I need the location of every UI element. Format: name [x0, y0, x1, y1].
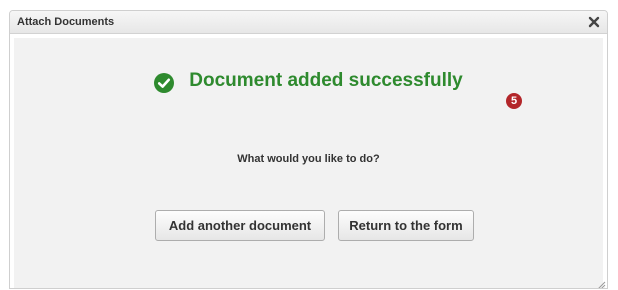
dialog-title: Attach Documents: [17, 16, 115, 28]
success-message: Document added successfully: [189, 70, 463, 91]
prompt-question: What would you like to do?: [237, 153, 380, 165]
resize-grip-icon[interactable]: [596, 277, 606, 288]
close-icon[interactable]: [587, 14, 601, 30]
return-to-form-button[interactable]: Return to the form: [338, 210, 474, 241]
attach-documents-dialog: Attach Documents Document added successf…: [9, 10, 608, 289]
dialog-body: Document added successfully 5 What would…: [14, 38, 603, 288]
add-another-document-button[interactable]: Add another document: [155, 210, 325, 241]
dialog-titlebar: Attach Documents: [10, 11, 607, 34]
check-circle-icon: [154, 73, 175, 93]
step-number-badge: 5: [506, 93, 522, 109]
